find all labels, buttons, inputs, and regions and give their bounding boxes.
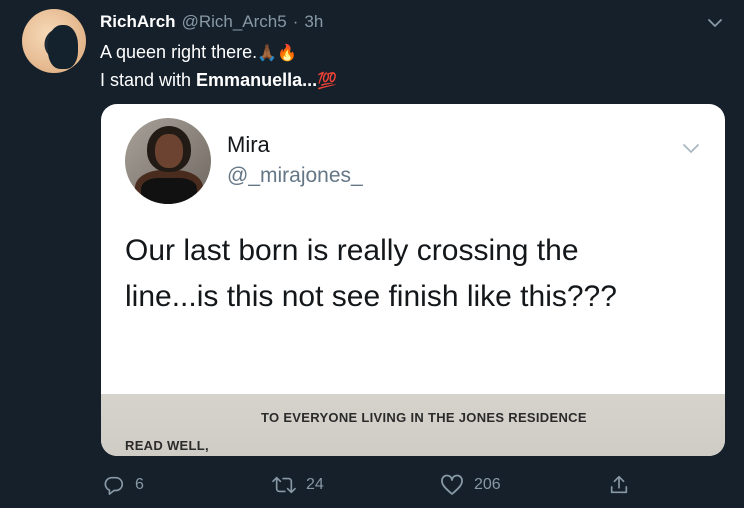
tweet-text: A queen right there.🙏🏾🔥 I stand with Emm…: [100, 39, 337, 95]
tweet-text-bold-name: Emmanuella: [196, 70, 303, 90]
quoted-author-handle[interactable]: @_mirajones_: [227, 164, 363, 188]
reply-count: 6: [135, 476, 144, 493]
laughing-emoji: 😂: [127, 336, 163, 369]
hundred-emoji: 💯: [317, 73, 338, 90]
tweet-text-ellipsis: ...: [302, 70, 318, 90]
reply-button[interactable]: 6: [103, 474, 144, 496]
heart-icon: [441, 474, 463, 495]
tweet-header: RichArch @Rich_Arch5 · 3h: [100, 12, 323, 32]
tweet-timestamp[interactable]: 3h: [304, 12, 323, 32]
attached-document-image[interactable]: TO EVERYONE LIVING IN THE JONES RESIDENC…: [101, 394, 725, 456]
quoted-tweet-card[interactable]: Mira @_mirajones_ Our last born is reall…: [101, 104, 725, 456]
like-button[interactable]: 206: [440, 474, 501, 496]
header-separator: ·: [292, 12, 299, 31]
document-subtitle: READ WELL,: [125, 438, 209, 453]
share-icon: [610, 475, 628, 494]
tweet-text-line2-prefix: I stand with: [100, 70, 197, 90]
like-count: 206: [474, 476, 501, 493]
avatar-figure: [48, 25, 78, 69]
author-name[interactable]: RichArch: [100, 12, 176, 32]
quoted-avatar[interactable]: [125, 118, 211, 204]
quoted-tweet-text: Our last born is really crossing the lin…: [125, 228, 715, 320]
tweet-actions: 6 24 206: [0, 474, 744, 498]
tweet-emojis: 🙏🏾🔥: [257, 45, 297, 62]
retweet-icon: [272, 476, 296, 494]
share-button[interactable]: [608, 474, 630, 496]
avatar-dress: [141, 178, 197, 204]
retweet-count: 24: [306, 476, 324, 493]
quoted-text-line2: line...is this not see finish like this?…: [125, 280, 617, 313]
author-handle[interactable]: @Rich_Arch5: [182, 12, 287, 32]
quoted-text-line1: Our last born is really crossing the: [125, 234, 579, 267]
document-title: TO EVERYONE LIVING IN THE JONES RESIDENC…: [261, 410, 587, 425]
chevron-down-icon[interactable]: [681, 138, 701, 158]
quoted-author-name[interactable]: Mira: [227, 132, 270, 158]
avatar-face: [155, 134, 183, 168]
reply-icon: [104, 476, 124, 495]
chevron-down-icon[interactable]: [706, 14, 724, 32]
retweet-button[interactable]: 24: [272, 474, 324, 496]
tweet-text-line1: A queen right there.: [100, 42, 258, 62]
author-avatar[interactable]: [22, 9, 86, 73]
